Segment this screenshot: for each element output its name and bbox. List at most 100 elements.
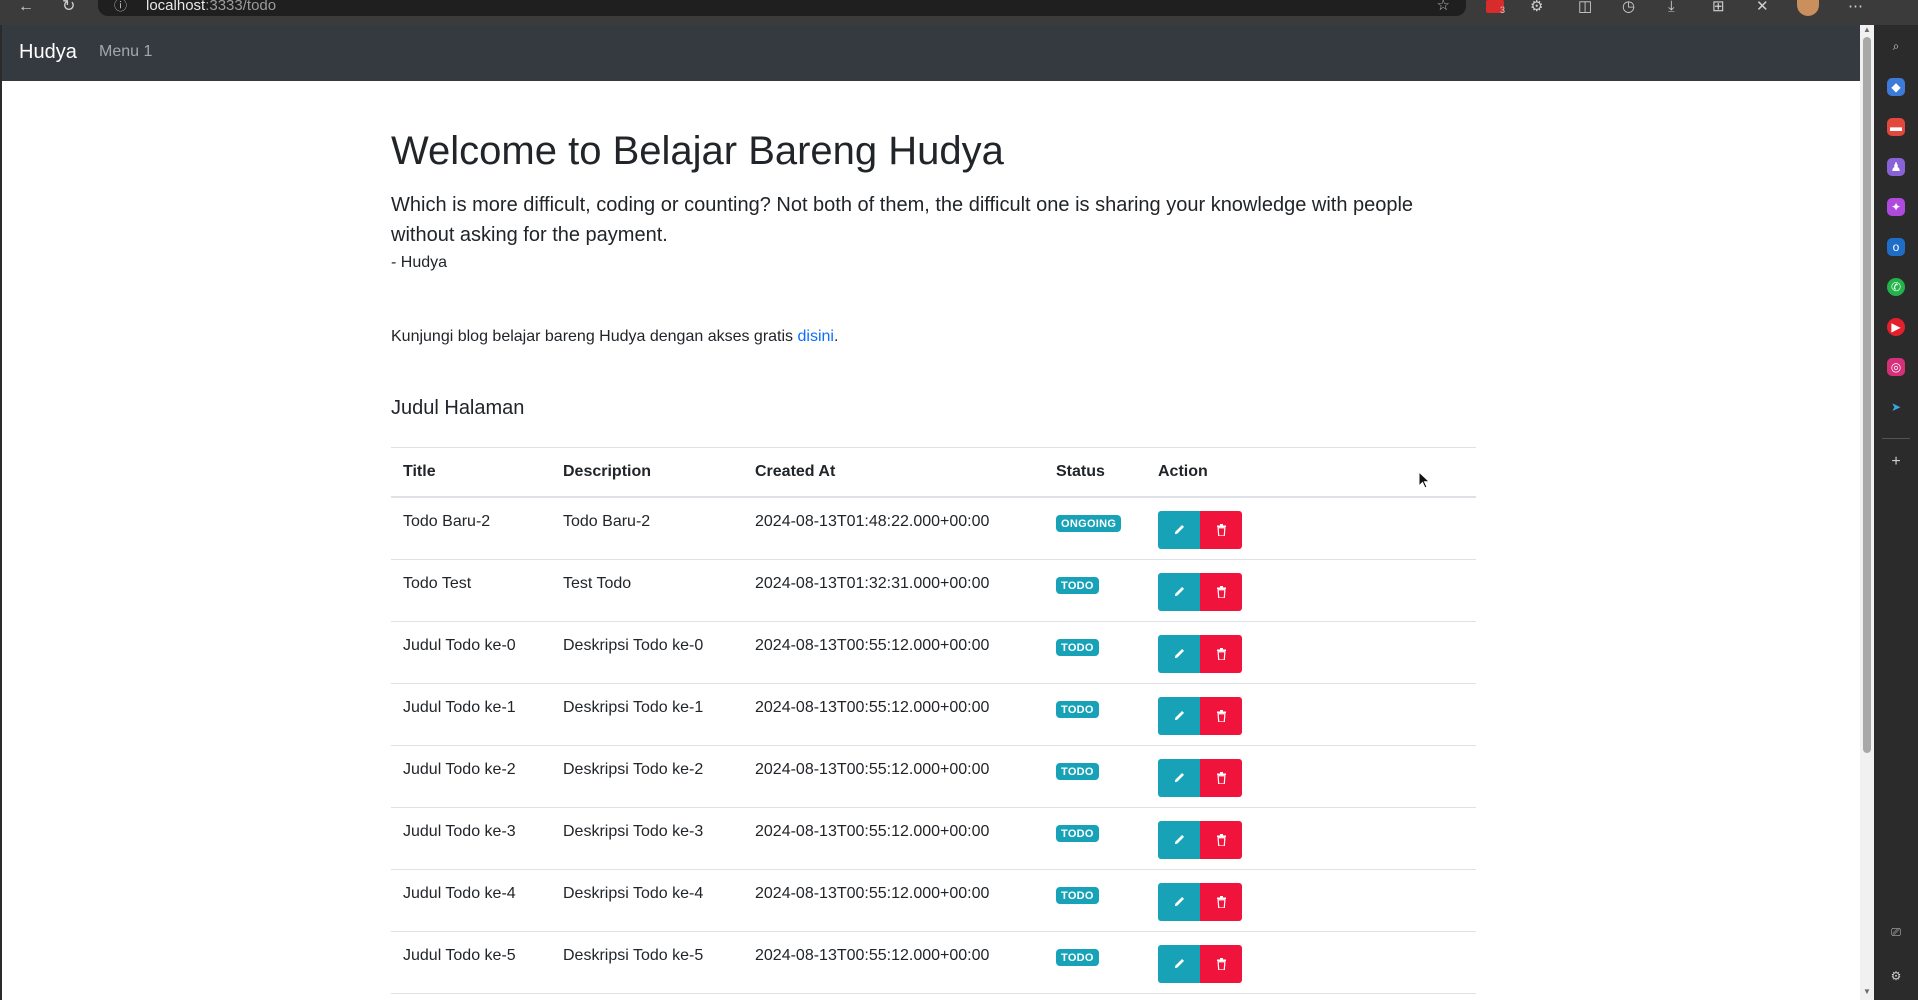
delete-button[interactable] (1200, 634, 1242, 673)
copilot-icon[interactable]: ✦ (1887, 198, 1905, 216)
split-screen-icon[interactable]: ◫ (1578, 0, 1592, 14)
shopping-tag-icon[interactable]: ◆ (1887, 78, 1905, 96)
delete-button[interactable] (1200, 696, 1242, 735)
url-host: localhost (146, 0, 206, 14)
edit-button[interactable] (1158, 511, 1200, 549)
cell-action (1146, 683, 1476, 746)
edit-button[interactable] (1158, 944, 1200, 983)
outlook-icon[interactable]: o (1887, 238, 1905, 256)
profile-avatar[interactable] (1797, 0, 1819, 16)
trash-icon (1216, 585, 1226, 598)
table-row: Judul Todo ke-0 Deskripsi Todo ke-0 2024… (391, 621, 1476, 684)
edit-button[interactable] (1158, 696, 1200, 735)
action-button-group (1158, 820, 1242, 859)
cell-description: Deskripsi Todo ke-2 (551, 745, 743, 808)
cell-description: Deskripsi Todo ke-1 (551, 683, 743, 746)
extensions-puzzle-icon[interactable]: ⚙ (1530, 0, 1543, 14)
pencil-icon (1174, 586, 1185, 596)
page-viewport: Hudya Menu 1 Welcome to Belajar Bareng H… (2, 25, 1860, 1000)
trash-icon (1216, 647, 1226, 660)
table-row: Judul Todo ke-4 Deskripsi Todo ke-4 2024… (391, 869, 1476, 932)
settings-gear-icon[interactable]: ⚙ (1887, 967, 1905, 985)
edit-button[interactable] (1158, 572, 1200, 611)
screen-capture-icon[interactable]: ⎚ (1887, 923, 1905, 941)
delete-button[interactable] (1200, 572, 1242, 611)
cell-title: Todo Test (391, 559, 551, 622)
downloads-icon[interactable]: ⤓ (1668, 0, 1675, 14)
url-text: localhost:3333/todo (146, 0, 276, 14)
action-button-group (1158, 634, 1242, 673)
telegram-icon[interactable]: ➤ (1887, 398, 1905, 416)
status-badge: ONGOING (1056, 515, 1122, 532)
delete-button[interactable] (1200, 820, 1242, 859)
scroll-down-icon[interactable]: ▼ (1863, 987, 1871, 996)
delete-button[interactable] (1200, 511, 1242, 549)
tools-briefcase-icon[interactable]: ▬ (1887, 118, 1905, 136)
edit-button[interactable] (1158, 820, 1200, 859)
status-badge: TODO (1056, 948, 1099, 966)
address-bar[interactable]: ⓘ localhost:3333/todo ☆ (98, 0, 1466, 16)
instagram-icon[interactable]: ◎ (1887, 358, 1905, 376)
cell-created-at: 2024-08-13T00:55:12.000+00:00 (743, 807, 1044, 870)
collections-icon[interactable]: ⊞ (1712, 0, 1725, 14)
cell-created-at: 2024-08-13T00:55:12.000+00:00 (743, 869, 1044, 932)
cell-action (1146, 745, 1476, 808)
cell-created-at: 2024-08-13T00:55:12.000+00:00 (743, 745, 1044, 808)
cell-title: Judul Todo ke-5 (391, 931, 551, 994)
table-row: Judul Todo ke-1 Deskripsi Todo ke-1 2024… (391, 683, 1476, 746)
page-scrollbar[interactable]: ▲ ▼ (1860, 25, 1874, 1000)
add-sidebar-app-icon[interactable]: + (1887, 453, 1905, 471)
whatsapp-icon[interactable]: ✆ (1887, 278, 1905, 296)
column-header-status: Status (1044, 447, 1146, 498)
cell-action (1146, 869, 1476, 932)
navbar-brand[interactable]: Hudya (19, 41, 77, 64)
trash-icon (1216, 524, 1226, 536)
more-menu-icon[interactable]: ⋯ (1848, 0, 1863, 14)
nav-item-menu-1[interactable]: Menu 1 (99, 43, 152, 61)
cell-status: TODO (1044, 745, 1146, 808)
cell-title: Judul Todo ke-1 (391, 683, 551, 746)
cell-created-at: 2024-08-13T01:32:31.000+00:00 (743, 559, 1044, 622)
cell-description: Deskripsi Todo ke-5 (551, 931, 743, 994)
browser-essentials-icon[interactable]: ✕ (1756, 0, 1769, 14)
table-row: Todo Baru-2 Todo Baru-2 2024-08-13T01:48… (391, 497, 1476, 560)
reload-icon[interactable]: ↻ (62, 0, 75, 15)
delete-button[interactable] (1200, 882, 1242, 921)
edit-button[interactable] (1158, 634, 1200, 673)
action-button-group (1158, 696, 1242, 735)
cell-status: TODO (1044, 869, 1146, 932)
cell-created-at: 2024-08-13T01:48:22.000+00:00 (743, 497, 1044, 560)
action-button-group (1158, 572, 1242, 611)
search-icon[interactable]: ⌕ (1887, 37, 1905, 55)
cell-status: TODO (1044, 621, 1146, 684)
browser-toolbar: ← ↻ ⓘ localhost:3333/todo ☆ 3 ⚙ ◫ ◷ ⤓ ⊞ … (0, 0, 1918, 25)
back-arrow-icon[interactable]: ← (18, 0, 34, 15)
cell-description: Deskripsi Todo ke-4 (551, 869, 743, 932)
edit-button[interactable] (1158, 882, 1200, 921)
status-badge: TODO (1056, 576, 1099, 594)
pencil-icon (1174, 896, 1185, 906)
cell-description: Test Todo (551, 559, 743, 622)
status-badge: TODO (1056, 886, 1099, 904)
top-navbar: Hudya Menu 1 (2, 25, 1860, 81)
todo-table: Title Description Created At Status Acti… (391, 447, 1476, 994)
pencil-icon (1174, 524, 1185, 535)
cell-action (1146, 559, 1476, 622)
delete-button[interactable] (1200, 758, 1242, 797)
cell-status: ONGOING (1044, 497, 1146, 560)
bookmark-star-icon[interactable]: ☆ (1437, 0, 1450, 13)
youtube-icon[interactable]: ▶ (1887, 318, 1905, 336)
scrollbar-thumb[interactable] (1863, 37, 1871, 753)
blog-link[interactable]: disini (798, 328, 834, 345)
delete-button[interactable] (1200, 944, 1242, 983)
cell-status: TODO (1044, 559, 1146, 622)
site-info-icon[interactable]: ⓘ (114, 0, 127, 12)
cell-status: TODO (1044, 683, 1146, 746)
edit-button[interactable] (1158, 758, 1200, 797)
history-icon[interactable]: ◷ (1622, 0, 1635, 14)
games-icon[interactable]: ♟ (1887, 158, 1905, 176)
trash-icon (1216, 833, 1226, 846)
cell-description: Deskripsi Todo ke-3 (551, 807, 743, 870)
cell-title: Judul Todo ke-3 (391, 807, 551, 870)
scroll-up-icon[interactable]: ▲ (1863, 25, 1871, 34)
